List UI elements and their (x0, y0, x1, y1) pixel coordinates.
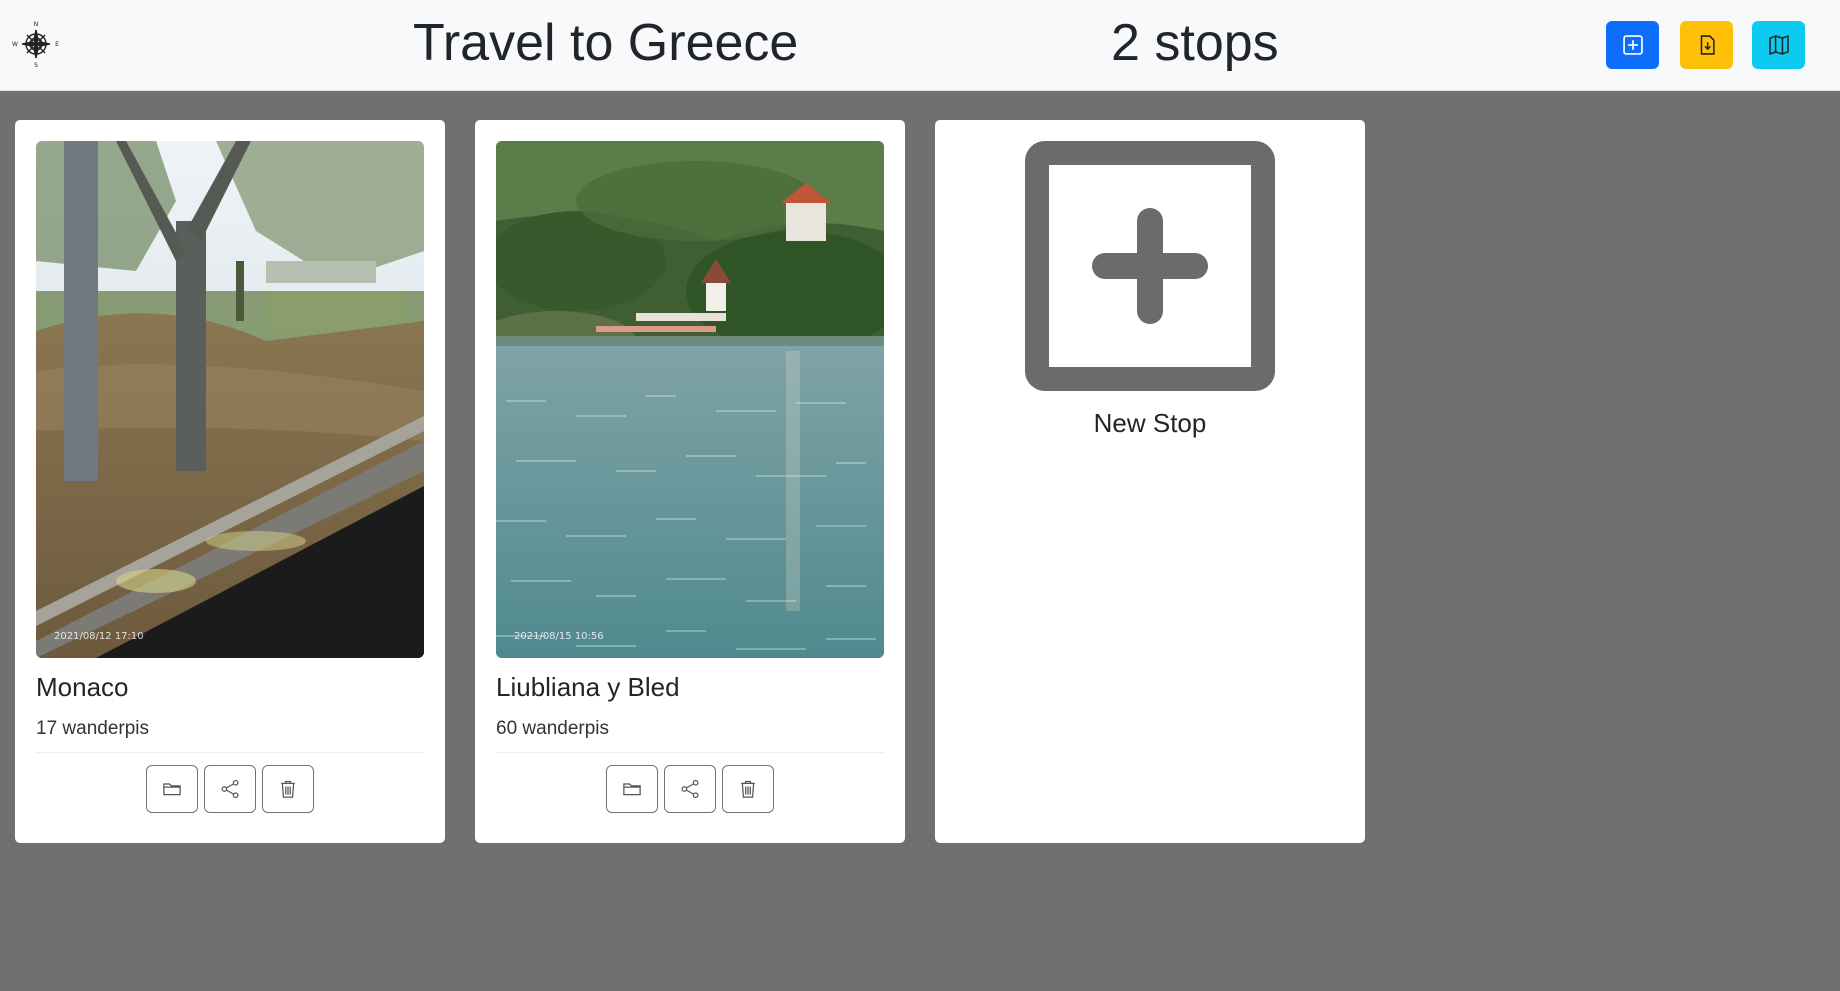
stops-count: 2 stops (1111, 14, 1279, 72)
svg-text:S: S (34, 62, 38, 68)
stop-card: 2021/08/12 17:10 Monaco 17 wanderpis (15, 120, 445, 843)
card-divider (496, 752, 884, 753)
delete-button[interactable] (722, 765, 774, 813)
photo-timestamp: 2021/08/15 10:56 (514, 631, 604, 642)
folder-icon (623, 783, 641, 796)
export-button[interactable] (1680, 21, 1733, 69)
svg-text:W: W (12, 41, 18, 48)
share-icon (221, 779, 239, 799)
map-icon (1768, 34, 1789, 56)
stop-card: 2021/08/15 10:56 Liubliana y Bled 60 wan… (475, 120, 905, 843)
trash-icon (741, 780, 755, 798)
share-icon (681, 779, 699, 799)
share-button[interactable] (204, 765, 256, 813)
map-button[interactable] (1752, 21, 1805, 69)
trip-title: Travel to Greece (413, 14, 799, 72)
stop-actions (475, 765, 905, 813)
share-button[interactable] (664, 765, 716, 813)
card-divider (36, 752, 424, 753)
photo-timestamp: 2021/08/12 17:10 (54, 631, 144, 642)
stop-wanderpis-count: 60 wanderpis (496, 718, 610, 739)
new-stop-card[interactable]: New Stop (935, 120, 1365, 843)
delete-button[interactable] (262, 765, 314, 813)
svg-text:N: N (34, 21, 39, 28)
trash-icon (281, 780, 295, 798)
stop-name: Liubliana y Bled (496, 672, 680, 702)
compass-logo-icon[interactable]: N S W E (12, 20, 60, 69)
stop-name: Monaco (36, 672, 129, 702)
open-folder-button[interactable] (146, 765, 198, 813)
top-navbar: N S W E Travel to Greece 2 stops (0, 0, 1840, 91)
plus-square-icon (1622, 35, 1643, 55)
folder-icon (163, 783, 181, 796)
new-stop-label: New Stop (1093, 408, 1207, 438)
stop-photo[interactable]: 2021/08/15 10:56 (496, 141, 884, 658)
file-download-icon (1700, 35, 1715, 55)
plus-square-icon[interactable] (1025, 141, 1275, 391)
stop-actions (15, 765, 445, 813)
stop-wanderpis-count: 17 wanderpis (36, 718, 150, 739)
open-folder-button[interactable] (606, 765, 658, 813)
add-stop-button[interactable] (1606, 21, 1659, 69)
stop-photo[interactable]: 2021/08/12 17:10 (36, 141, 424, 658)
svg-text:E: E (55, 41, 59, 48)
